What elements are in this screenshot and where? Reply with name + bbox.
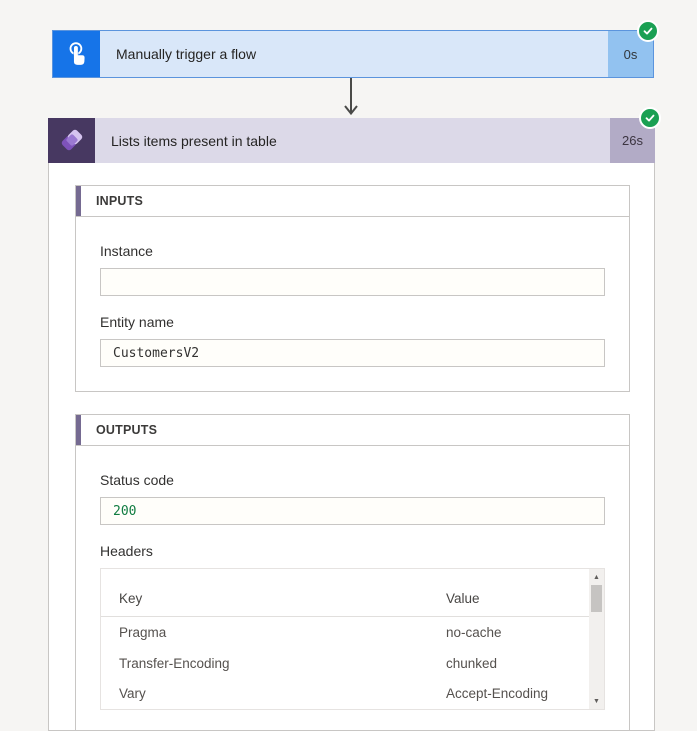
- outputs-section: OUTPUTS Status code 200 Headers Key Valu…: [75, 414, 630, 730]
- dataverse-icon: [48, 118, 95, 163]
- action-card-header[interactable]: Lists items present in table 26s: [48, 107, 661, 163]
- arrow-down-icon: [343, 78, 359, 122]
- manual-touch-icon: [53, 31, 100, 77]
- table-row: Transfer-Encoding chunked: [101, 648, 589, 679]
- check-icon: [645, 114, 655, 122]
- headers-table-head: Key Value: [101, 569, 589, 618]
- table-scrollbar[interactable]: ▲ ▼: [589, 569, 604, 709]
- outputs-section-header: OUTPUTS: [76, 415, 629, 446]
- headers-label: Headers: [100, 543, 153, 559]
- scroll-down-icon[interactable]: ▼: [589, 693, 604, 709]
- outputs-heading: OUTPUTS: [96, 423, 158, 437]
- headers-table: Key Value Pragma no-cache Transfer-Encod…: [100, 568, 605, 710]
- instance-label: Instance: [100, 243, 153, 259]
- trigger-card[interactable]: Manually trigger a flow 0s: [52, 20, 659, 78]
- header-key: Pragma: [119, 625, 167, 641]
- status-code-label: Status code: [100, 472, 174, 488]
- trigger-status-badge: [637, 20, 659, 42]
- status-code-value[interactable]: 200: [100, 497, 605, 525]
- flow-run-canvas: Manually trigger a flow 0s Lists items p…: [0, 0, 697, 731]
- header-key: Transfer-Encoding: [119, 655, 230, 671]
- header-key: Vary: [119, 686, 146, 702]
- check-icon: [643, 27, 653, 35]
- header-value: chunked: [446, 655, 498, 671]
- scroll-up-icon[interactable]: ▲: [589, 569, 604, 585]
- action-status-badge: [639, 107, 661, 129]
- column-value: Value: [446, 591, 480, 607]
- header-value: Accept-Encoding: [446, 686, 549, 702]
- column-key: Key: [119, 591, 143, 607]
- instance-field-group: Instance: [100, 243, 605, 296]
- headers-field-group: Headers Key Value Pragma no-cache Transf…: [100, 543, 605, 710]
- inputs-section: INPUTS Instance Entity name CustomersV2: [75, 185, 630, 392]
- header-value: no-cache: [446, 625, 502, 641]
- scrollbar-thumb[interactable]: [591, 585, 602, 612]
- table-row: Vary Accept-Encoding: [101, 678, 589, 709]
- action-card: Lists items present in table 26s INPUTS …: [48, 107, 661, 731]
- inputs-heading: INPUTS: [96, 194, 144, 208]
- entity-name-field-group: Entity name CustomersV2: [100, 314, 605, 367]
- inputs-section-header: INPUTS: [76, 186, 629, 217]
- entity-name-label: Entity name: [100, 314, 174, 330]
- entity-name-value[interactable]: CustomersV2: [100, 339, 605, 367]
- table-row: Pragma no-cache: [101, 617, 589, 648]
- instance-value[interactable]: [100, 268, 605, 296]
- action-title: Lists items present in table: [95, 118, 610, 163]
- trigger-title: Manually trigger a flow: [100, 31, 608, 77]
- body-label: Body: [100, 727, 605, 730]
- status-code-field-group: Status code 200: [100, 472, 605, 525]
- action-card-details: INPUTS Instance Entity name CustomersV2: [48, 163, 655, 731]
